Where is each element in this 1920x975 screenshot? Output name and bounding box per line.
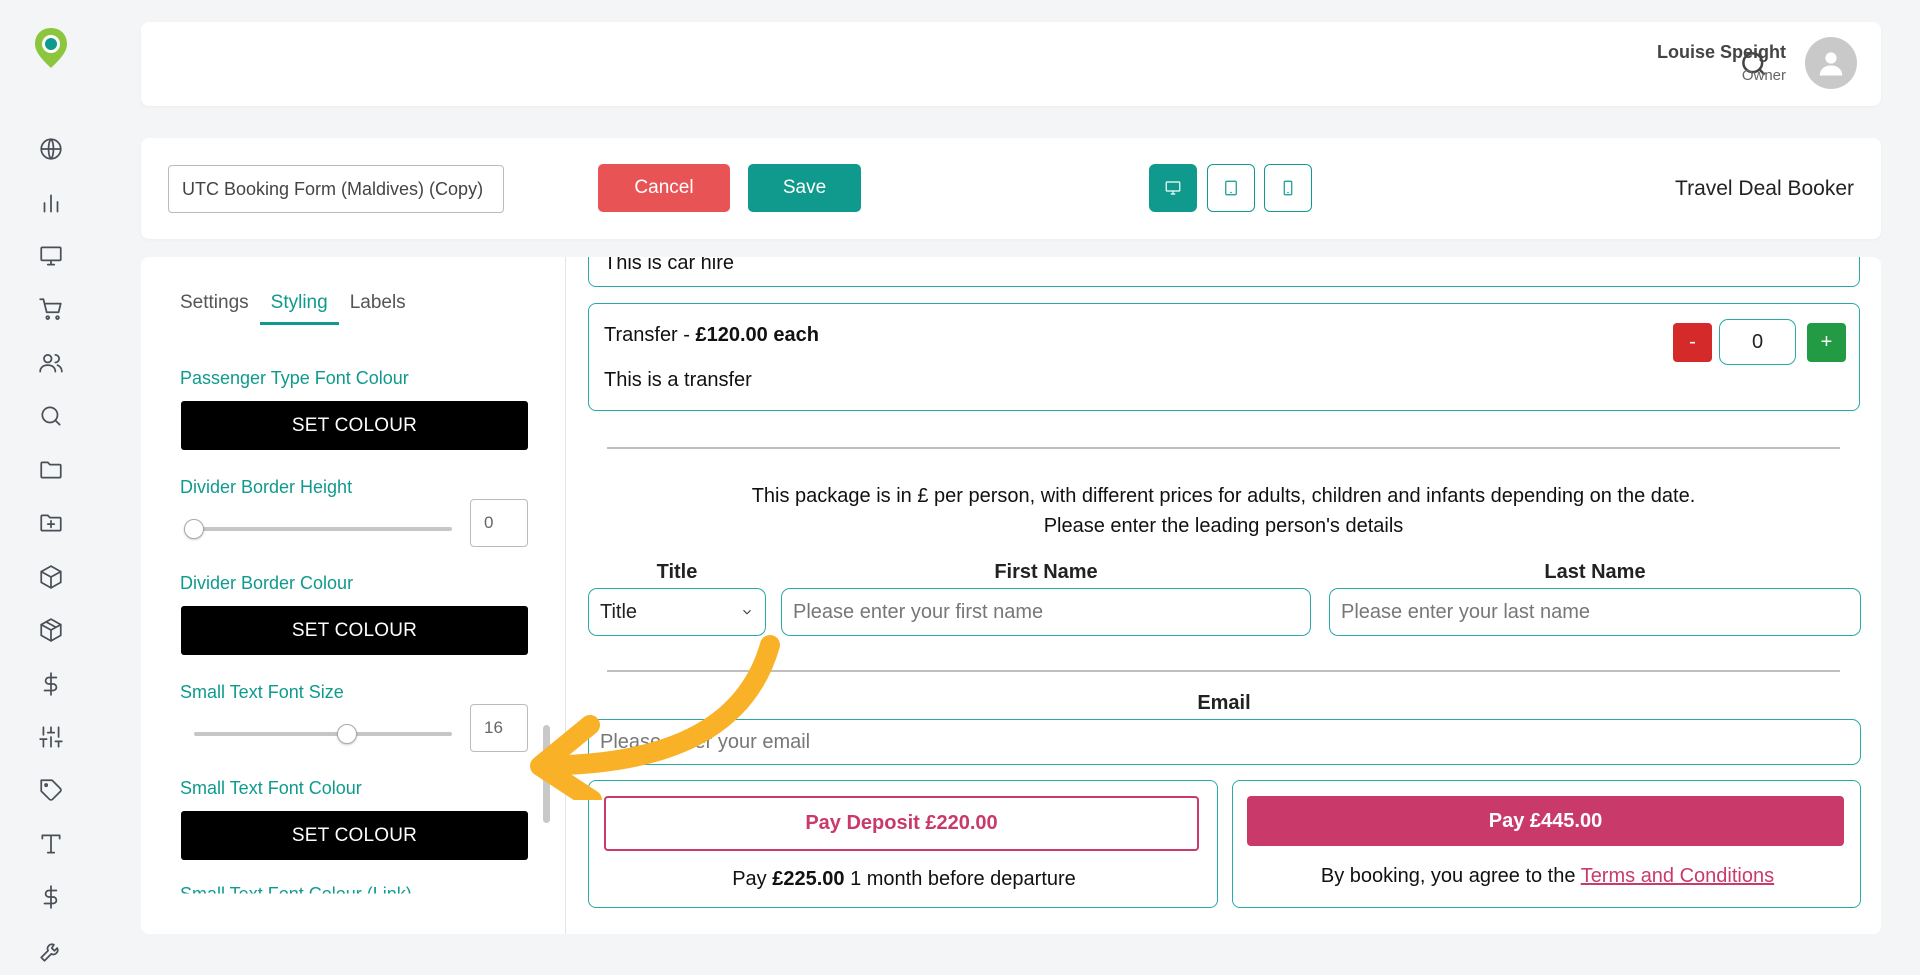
deposit-note-prefix: Pay: [732, 868, 773, 890]
box-icon[interactable]: [37, 563, 65, 591]
email-input[interactable]: Please enter your email: [588, 719, 1861, 765]
deposit-note-amount: £225.00: [772, 868, 845, 890]
small-text-font-colour-link-label: Small Text Font Colour (Link): [180, 884, 412, 904]
mobile-view-button[interactable]: [1264, 164, 1312, 212]
first-name-input[interactable]: Please enter your first name: [781, 588, 1311, 636]
divider-border-colour-button[interactable]: SET COLOUR: [181, 606, 528, 655]
folder-plus-icon[interactable]: [37, 509, 65, 537]
tab-labels[interactable]: Labels: [339, 292, 417, 325]
last-name-label: Last Name: [1544, 561, 1646, 583]
email-label: Email: [1197, 692, 1251, 714]
tab-settings[interactable]: Settings: [180, 292, 260, 325]
form-name-input[interactable]: [168, 165, 504, 213]
first-name-label: First Name: [994, 561, 1098, 583]
title-label: Title: [656, 561, 698, 583]
user-name[interactable]: Louise Speight: [1657, 42, 1786, 63]
transfer-card: Transfer - £120.00 each This is a transf…: [588, 303, 1860, 411]
panel-tabs: Settings Styling Labels: [180, 292, 417, 325]
wrench-icon[interactable]: [37, 937, 65, 965]
app-logo[interactable]: [32, 26, 70, 70]
folder-icon[interactable]: [37, 456, 65, 484]
form-preview: This is car hire Transfer - £120.00 each…: [566, 257, 1881, 934]
terms-link[interactable]: Terms and Conditions: [1581, 865, 1774, 887]
divider-border-height-slider-thumb[interactable]: [184, 519, 204, 539]
cancel-button[interactable]: Cancel: [598, 164, 730, 212]
globe-icon[interactable]: [37, 135, 65, 163]
users-icon[interactable]: [37, 349, 65, 377]
pay-deposit-button[interactable]: Pay Deposit £220.00: [604, 796, 1199, 851]
divider-border-height-label: Divider Border Height: [180, 477, 353, 497]
small-text-font-colour-button[interactable]: SET COLOUR: [181, 811, 528, 860]
package-info-text: This package is in £ per person, with di…: [751, 485, 1696, 507]
panel-scrollbar[interactable]: [543, 725, 550, 823]
cart-icon[interactable]: [37, 295, 65, 323]
divider: [607, 670, 1840, 672]
transfer-qty-input[interactable]: [1719, 319, 1796, 365]
transfer-description: This is a transfer: [604, 369, 752, 391]
avatar[interactable]: [1805, 37, 1857, 89]
deposit-card: Pay Deposit £220.00 Pay £225.00 1 month …: [588, 780, 1218, 908]
transfer-qty-increase-button[interactable]: +: [1807, 323, 1846, 362]
lead-person-prompt: Please enter the leading person's detail…: [1043, 515, 1404, 537]
chevron-down-icon: [743, 609, 751, 615]
sliders-icon[interactable]: [37, 723, 65, 751]
tablet-icon: [1225, 180, 1237, 196]
sidebar: [0, 0, 102, 975]
dollar-icon[interactable]: [37, 670, 65, 698]
car-hire-description: This is car hire: [604, 257, 735, 274]
desktop-view-button[interactable]: [1149, 164, 1197, 212]
top-header: Louise Speight Owner: [141, 22, 1881, 106]
title-select[interactable]: Title: [588, 588, 766, 636]
user-role: Owner: [1741, 67, 1786, 84]
dollar-icon[interactable]: [37, 883, 65, 911]
user-icon: [1819, 52, 1843, 76]
divider-border-height-slider[interactable]: [194, 527, 452, 531]
deposit-note: Pay £225.00 1 month before departure: [589, 868, 1219, 891]
small-text-font-size-label: Small Text Font Size: [180, 682, 344, 702]
tablet-view-button[interactable]: [1207, 164, 1255, 212]
divider-border-colour-label: Divider Border Colour: [180, 573, 354, 593]
transfer-title: Transfer - £120.00 each: [604, 324, 819, 347]
car-hire-card: This is car hire: [588, 257, 1860, 287]
terms-prefix: By booking, you agree to the: [1320, 865, 1581, 887]
bar-chart-icon[interactable]: [37, 189, 65, 217]
save-button[interactable]: Save: [748, 164, 861, 212]
package-icon[interactable]: [37, 616, 65, 644]
small-text-font-size-input[interactable]: [470, 704, 528, 752]
passenger-type-font-colour-button[interactable]: SET COLOUR: [181, 401, 528, 450]
styling-panel: Settings Styling Labels Passenger Type F…: [141, 257, 566, 934]
transfer-price: £120.00 each: [695, 324, 819, 346]
editor-toolbar: Cancel Save Travel Deal Booker: [141, 138, 1881, 239]
small-text-font-size-slider-thumb[interactable]: [337, 724, 357, 744]
transfer-name: Transfer -: [604, 324, 696, 346]
last-name-input[interactable]: Please enter your last name: [1329, 588, 1861, 636]
divider-border-height-input[interactable]: [470, 499, 528, 547]
deposit-note-suffix: 1 month before departure: [844, 868, 1076, 890]
passenger-type-font-colour-label: Passenger Type Font Colour: [180, 368, 409, 388]
tag-icon[interactable]: [37, 776, 65, 804]
tab-styling[interactable]: Styling: [259, 292, 339, 325]
title-select-value: Title: [600, 600, 638, 623]
small-text-font-colour-label: Small Text Font Colour: [180, 778, 362, 798]
divider: [607, 447, 1840, 449]
transfer-qty-decrease-button[interactable]: -: [1673, 323, 1712, 362]
search-icon[interactable]: [37, 402, 65, 430]
pay-full-button[interactable]: Pay £445.00: [1247, 796, 1844, 846]
desktop-icon: [1165, 181, 1181, 195]
pay-full-card: Pay £445.00 By booking, you agree to the…: [1232, 780, 1861, 908]
product-title: Travel Deal Booker: [1675, 177, 1854, 200]
mobile-icon: [1283, 180, 1293, 196]
type-icon[interactable]: [37, 830, 65, 858]
terms-note: By booking, you agree to the Terms and C…: [1233, 865, 1862, 888]
monitor-icon[interactable]: [37, 242, 65, 270]
small-text-font-size-slider[interactable]: [194, 732, 452, 736]
